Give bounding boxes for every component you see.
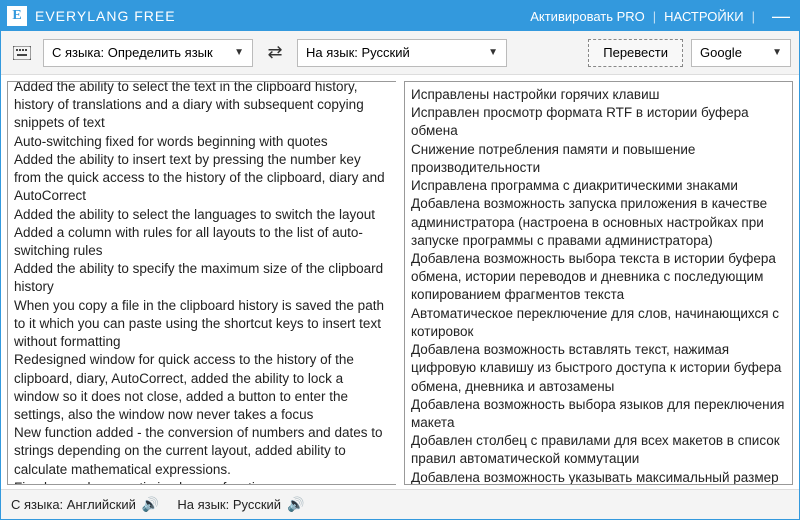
text-line: Добавлена возможность запуска приложения… — [411, 195, 786, 250]
source-language-select[interactable]: С языка: Определить язык ▼ — [43, 39, 253, 67]
text-line: Исправлены настройки горячих клавиш — [411, 86, 786, 104]
text-line: Added a column with rules for all layout… — [14, 224, 390, 260]
speak-source-icon[interactable]: 🔊 — [142, 496, 159, 513]
status-source: С языка: Английский 🔊 — [11, 496, 159, 513]
separator-icon: | — [653, 9, 656, 24]
text-line: Added the ability to insert text by pres… — [14, 151, 390, 206]
text-line: Added the ability to select the language… — [14, 206, 390, 224]
engine-select[interactable]: Google ▼ — [691, 39, 791, 67]
text-line: Redesigned window for quick access to th… — [14, 351, 390, 424]
separator-icon: | — [752, 9, 755, 24]
text-line: Added the ability to specify the maximum… — [14, 260, 390, 296]
activate-pro-link[interactable]: Активировать PRO — [530, 9, 645, 24]
keyboard-icon[interactable] — [9, 40, 35, 66]
text-line: Добавлена возможность выбора языков для … — [411, 396, 786, 432]
text-line: Added the ability to select the text in … — [14, 81, 390, 133]
text-line: Добавлена возможность указывать максимал… — [411, 469, 786, 485]
status-target: На язык: Русский 🔊 — [177, 496, 304, 513]
toolbar: С языка: Определить язык ▼ ⇄ На язык: Ру… — [1, 31, 799, 75]
app-logo-icon: E — [7, 6, 27, 26]
speak-target-icon[interactable]: 🔊 — [287, 496, 304, 513]
translation-panes: Added the ability to select the text in … — [1, 75, 799, 489]
titlebar: E EVERYLANG FREE Активировать PRO | НАСТ… — [1, 1, 799, 31]
text-line: Auto-switching fixed for words beginning… — [14, 133, 390, 151]
engine-label: Google — [700, 45, 742, 60]
text-line: Добавлен столбец с правилами для всех ма… — [411, 432, 786, 468]
translate-button-label: Перевести — [603, 45, 668, 60]
text-line: Исправлен просмотр формата RTF в истории… — [411, 104, 786, 140]
target-text-area[interactable]: Исправлены настройки горячих клавишИспра… — [404, 81, 793, 485]
settings-link[interactable]: НАСТРОЙКИ — [664, 9, 743, 24]
text-line: Автоматическое переключение для слов, на… — [411, 305, 786, 341]
chevron-down-icon: ▼ — [234, 47, 244, 58]
text-line: When you copy a file in the clipboard hi… — [14, 297, 390, 352]
app-title: EVERYLANG FREE — [35, 8, 530, 24]
target-pane: Исправлены настройки горячих клавишИспра… — [400, 75, 799, 489]
translate-button[interactable]: Перевести — [588, 39, 683, 67]
source-language-label: С языка: Определить язык — [52, 45, 213, 60]
text-line: Исправлена программа с диакритическими з… — [411, 177, 786, 195]
status-target-label: На язык: Русский — [177, 497, 281, 512]
text-line: Fixed many bugs, optimized some function… — [14, 479, 390, 485]
text-line: Снижение потребления памяти и повышение … — [411, 141, 786, 177]
chevron-down-icon: ▼ — [488, 47, 498, 58]
title-links: Активировать PRO | НАСТРОЙКИ | — — [530, 9, 793, 24]
minimize-button[interactable]: — — [769, 9, 793, 23]
text-line: Добавлена возможность вставлять текст, н… — [411, 341, 786, 396]
status-source-label: С языка: Английский — [11, 497, 136, 512]
source-text-area[interactable]: Added the ability to select the text in … — [7, 81, 396, 485]
target-language-label: На язык: Русский — [306, 45, 410, 60]
source-pane: Added the ability to select the text in … — [1, 75, 400, 489]
text-line: New function added - the conversion of n… — [14, 424, 390, 479]
statusbar: С языка: Английский 🔊 На язык: Русский 🔊 — [1, 489, 799, 519]
swap-languages-button[interactable]: ⇄ — [261, 42, 289, 63]
chevron-down-icon: ▼ — [772, 47, 782, 58]
target-language-select[interactable]: На язык: Русский ▼ — [297, 39, 507, 67]
text-line: Добавлена возможность выбора текста в ис… — [411, 250, 786, 305]
